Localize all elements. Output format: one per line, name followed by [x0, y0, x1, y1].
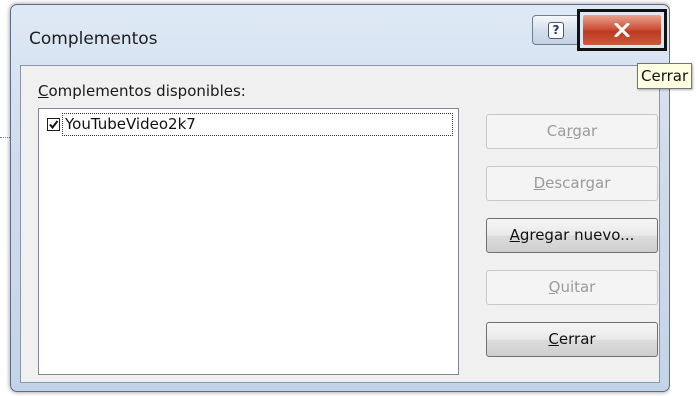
close-x-icon [614, 23, 630, 37]
remove-button[interactable]: Quitar [486, 270, 658, 305]
addins-listbox[interactable]: YouTubeVideo2k7 [38, 108, 459, 375]
help-button[interactable]: ? [532, 15, 580, 45]
available-addins-label: Complementos disponibles: [38, 82, 246, 100]
list-item[interactable]: YouTubeVideo2k7 [40, 112, 453, 136]
close-button-highlight [577, 9, 667, 51]
addin-name: YouTubeVideo2k7 [62, 112, 453, 136]
unload-button[interactable]: Descargar [486, 166, 658, 201]
addin-checkbox[interactable] [47, 117, 60, 131]
close-button[interactable]: Cerrar [486, 322, 658, 357]
close-window-button[interactable] [583, 15, 661, 45]
question-mark-icon: ? [548, 21, 564, 39]
checkmark-icon [49, 119, 59, 129]
add-new-button[interactable]: Agregar nuevo... [486, 218, 658, 253]
dialog-client-area: Complementos disponibles: YouTubeVideo2k… [20, 65, 660, 383]
background-right [670, 0, 700, 396]
addins-dialog: Complementos ? Complementos disponibles:… [10, 4, 670, 392]
dialog-title: Complementos [29, 29, 158, 49]
load-button[interactable]: Cargar [486, 114, 658, 149]
close-tooltip: Cerrar [637, 63, 693, 89]
